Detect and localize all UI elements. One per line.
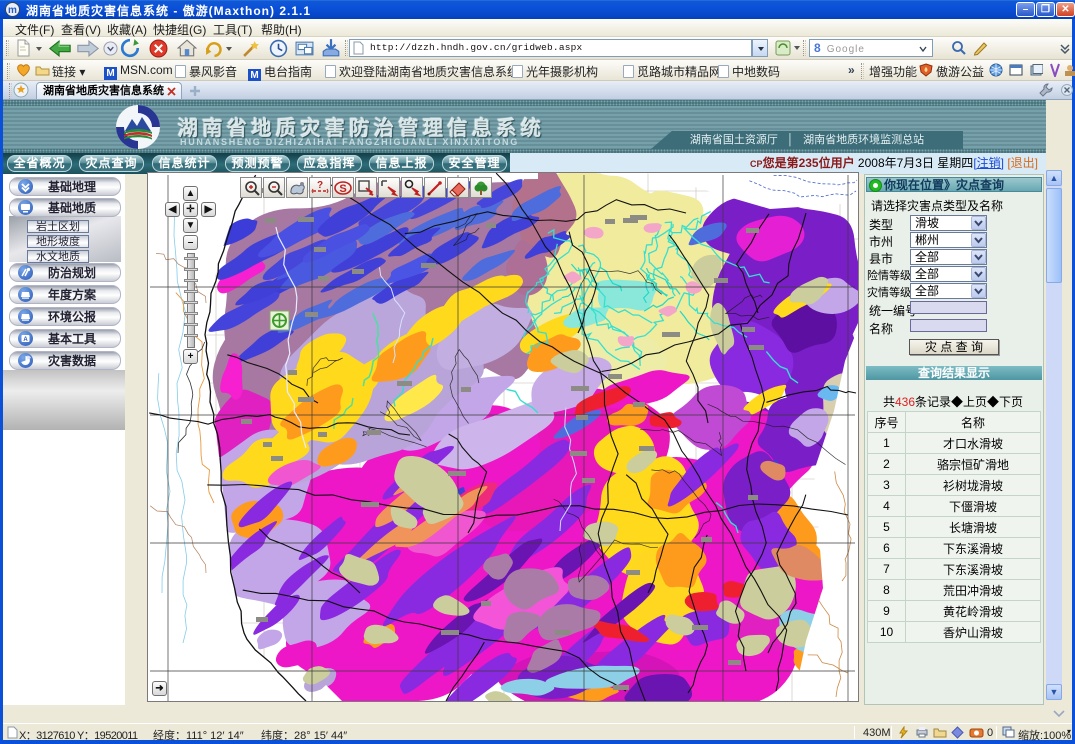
svg-text:A: A <box>23 337 28 343</box>
svg-text:S: S <box>339 183 346 195</box>
svg-text:?: ? <box>317 180 323 191</box>
svg-text:m: m <box>8 5 17 16</box>
